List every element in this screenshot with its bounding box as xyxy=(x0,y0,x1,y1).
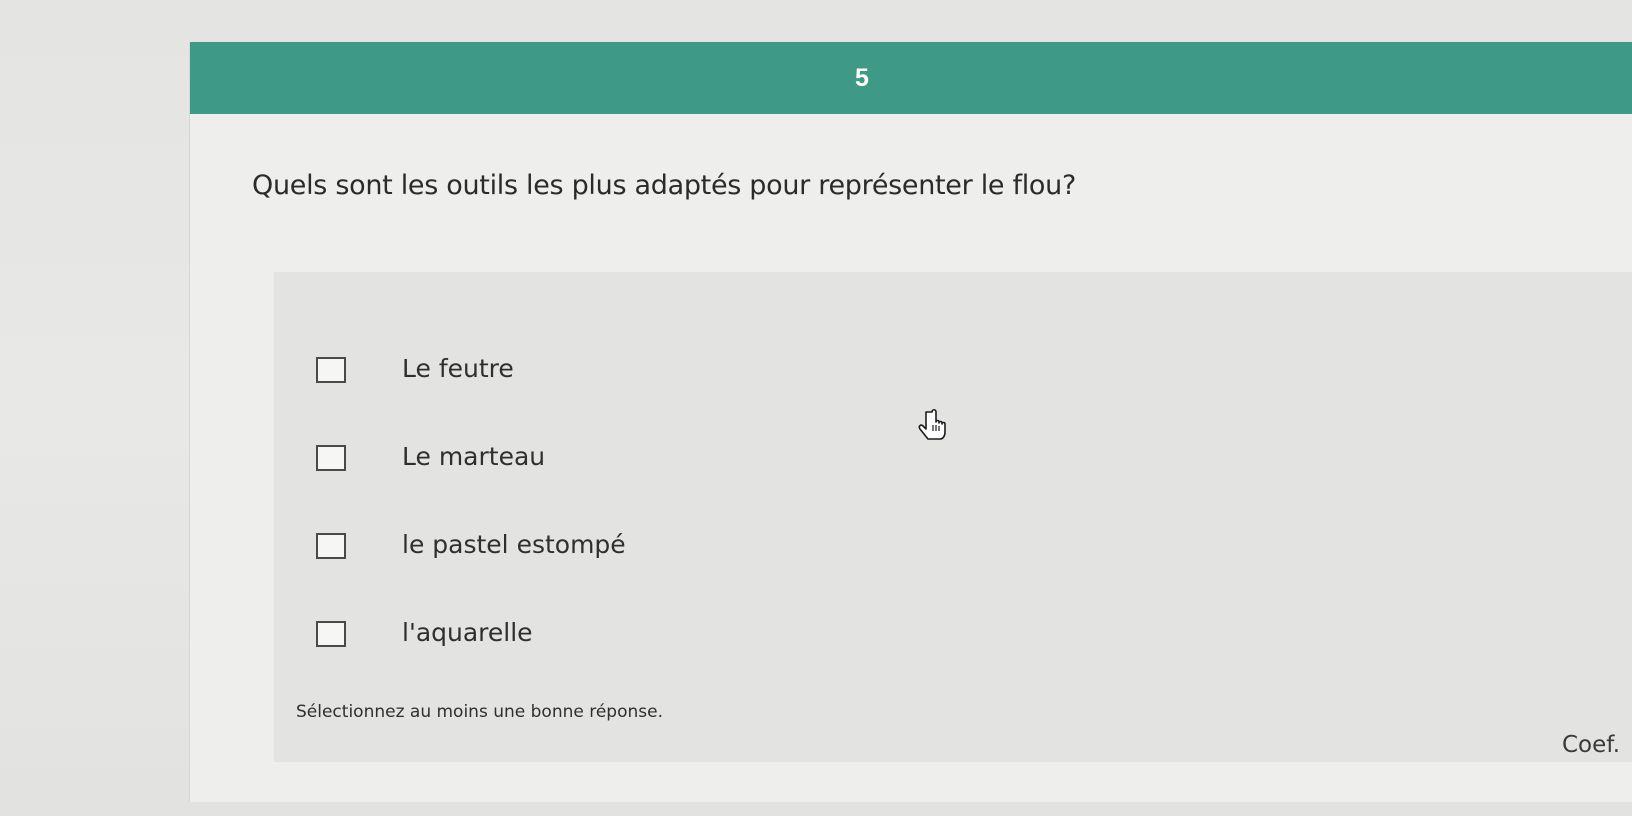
checkbox[interactable] xyxy=(316,357,346,383)
hand-pointer-icon xyxy=(918,408,946,440)
answer-label: l'aquarelle xyxy=(402,618,533,647)
checkbox[interactable] xyxy=(316,533,346,559)
question-header: 5 xyxy=(190,42,1632,114)
answer-label: Le marteau xyxy=(402,442,546,471)
answer-label: le pastel estompé xyxy=(402,530,626,559)
checkbox[interactable] xyxy=(316,621,346,647)
coefficient-label: Coef. xyxy=(1562,732,1621,758)
selection-hint: Sélectionnez au moins une bonne réponse. xyxy=(296,702,663,722)
screen: 5 Quels sont les outils les plus adaptés… xyxy=(0,0,1632,816)
checkbox[interactable] xyxy=(316,445,346,471)
question-number: 5 xyxy=(855,63,869,92)
question-card: 5 Quels sont les outils les plus adaptés… xyxy=(190,42,1632,802)
answers-panel: Le feutre Le marteau le pastel estompé l… xyxy=(274,272,1632,762)
question-text: Quels sont les outils les plus adaptés p… xyxy=(252,170,1076,201)
answer-label: Le feutre xyxy=(402,354,514,383)
